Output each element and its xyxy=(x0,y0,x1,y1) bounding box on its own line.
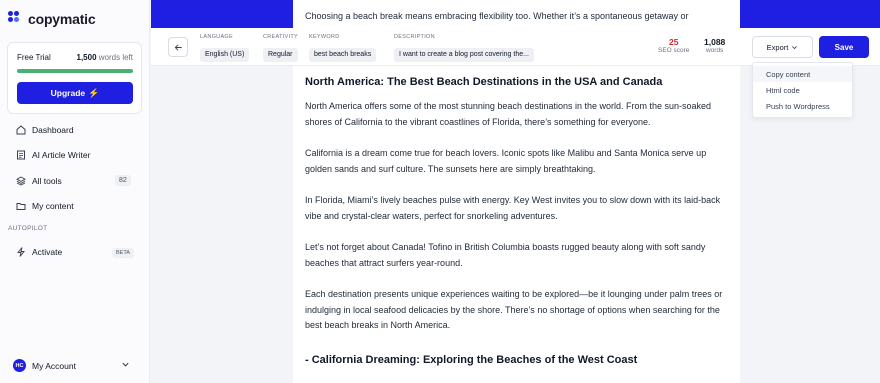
logo[interactable]: copymatic xyxy=(8,11,96,27)
layers-icon xyxy=(16,176,26,186)
description-value: I want to create a blog post covering th… xyxy=(394,47,534,62)
document-paragraph: Let’s not forget about Canada! Tofino in… xyxy=(305,242,706,268)
copymatic-logo-icon xyxy=(8,11,24,27)
chevron-down-icon[interactable] xyxy=(121,360,130,369)
home-icon xyxy=(16,125,26,135)
document-paragraph: California is a dream come true for beac… xyxy=(305,148,707,174)
tools-count-badge: 82 xyxy=(115,175,131,186)
language-value: English (US) xyxy=(200,47,250,62)
creativity-value: Regular xyxy=(263,47,298,62)
sidebar-item-my-content[interactable]: My content xyxy=(16,201,74,211)
word-count-label: words xyxy=(705,47,724,55)
words-left: 1,500 words left xyxy=(76,53,134,62)
seo-score-value: 25 xyxy=(668,37,679,47)
bolt-icon: ⚡ xyxy=(88,87,100,98)
arrow-left-icon xyxy=(174,43,182,51)
words-progress-fill xyxy=(17,69,133,73)
account-menu[interactable]: HC My Account xyxy=(13,359,76,372)
menu-item-copy-content[interactable]: Copy content xyxy=(753,66,852,82)
plan-card: Free Trial 1,500 words left Upgrade ⚡ xyxy=(7,42,142,114)
sidebar: copymatic Free Trial 1,500 words left Up… xyxy=(0,0,150,383)
lightning-icon xyxy=(17,247,25,257)
word-count-value: 1,088 xyxy=(704,37,726,47)
sidebar-item-label: My content xyxy=(32,201,74,211)
menu-item-html-code[interactable]: Html code xyxy=(753,82,852,98)
back-button[interactable] xyxy=(168,37,188,57)
creativity-setting[interactable]: CREATIVITY Regular xyxy=(263,34,298,62)
sidebar-item-label: Activate xyxy=(32,247,63,257)
export-button[interactable]: Export xyxy=(752,36,813,58)
autopilot-section-label: AUTOPILOT xyxy=(8,225,48,232)
sidebar-item-ai-article-writer[interactable]: AI Article Writer xyxy=(16,150,90,160)
language-setting[interactable]: LANGUAGE English (US) xyxy=(200,34,250,62)
document-paragraph: In Florida, Miami’s lively beaches pulse… xyxy=(305,195,721,221)
document-paragraph: Choosing a beach break means embracing f… xyxy=(305,11,689,21)
export-menu: Copy content Html code Push to Wordpress xyxy=(752,62,853,118)
save-button[interactable]: Save xyxy=(819,36,869,58)
account-label: My Account xyxy=(32,360,76,371)
document-paragraph: Each destination presents unique experie… xyxy=(305,289,723,331)
menu-item-push-to-wordpress[interactable]: Push to Wordpress xyxy=(753,98,852,114)
chevron-down-icon xyxy=(792,45,798,49)
sidebar-item-activate[interactable]: Activate xyxy=(16,247,62,257)
sidebar-item-label: Dashboard xyxy=(32,125,74,135)
seo-score-label: SEO score xyxy=(658,47,690,55)
article-icon xyxy=(17,150,25,160)
sidebar-item-label: AI Article Writer xyxy=(32,150,91,160)
document-heading: North America: The Best Beach Destinatio… xyxy=(305,76,663,88)
sidebar-item-all-tools[interactable]: All tools xyxy=(16,176,62,186)
sidebar-item-dashboard[interactable]: Dashboard xyxy=(16,125,74,135)
keyword-value: best beach breaks xyxy=(309,47,377,62)
folder-icon xyxy=(16,203,26,210)
document-paragraph: North America offers some of the most st… xyxy=(305,101,712,127)
word-count: 1,088 words xyxy=(704,37,726,55)
upgrade-button[interactable]: Upgrade ⚡ xyxy=(17,82,133,104)
keyword-setting[interactable]: KEYWORD best beach breaks xyxy=(309,34,377,62)
beta-badge: BETA xyxy=(112,248,134,258)
sidebar-item-label: All tools xyxy=(32,176,62,186)
document-heading: - California Dreaming: Exploring the Bea… xyxy=(305,354,638,366)
description-setting[interactable]: DESCRIPTION I want to create a blog post… xyxy=(394,34,534,62)
seo-score: 25 SEO score xyxy=(658,37,690,55)
plan-name: Free Trial xyxy=(17,53,51,62)
app-name: copymatic xyxy=(28,11,96,27)
avatar: HC xyxy=(13,359,26,372)
words-progress-bar xyxy=(17,69,133,73)
